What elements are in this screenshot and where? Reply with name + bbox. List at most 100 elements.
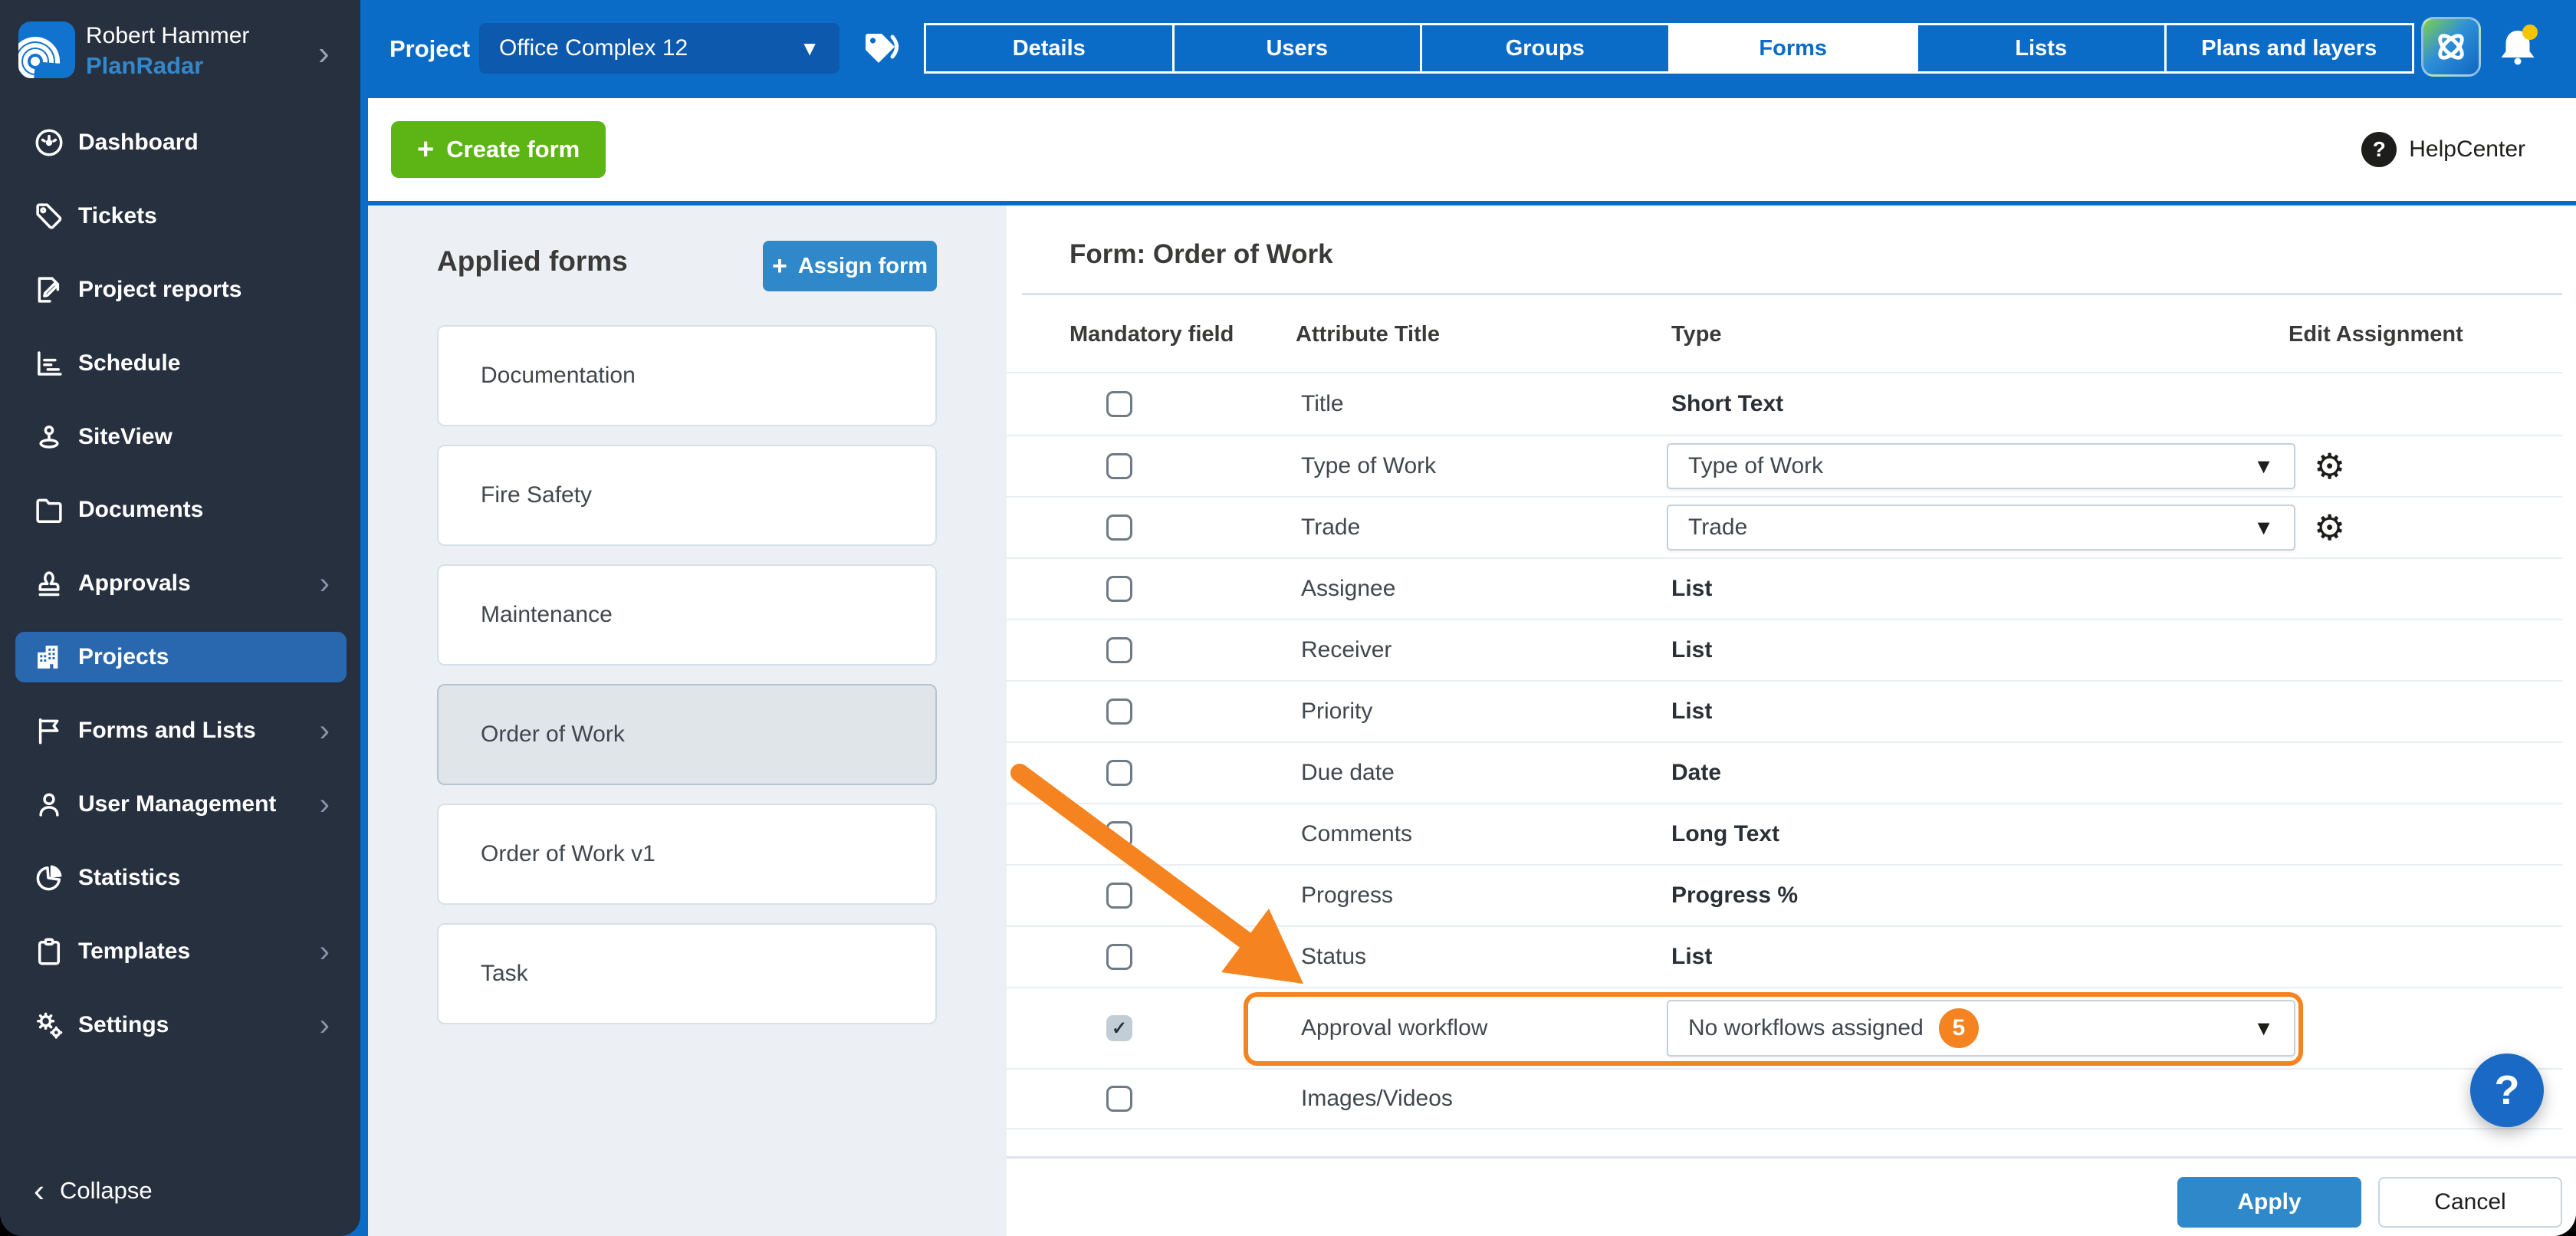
dropdown-value: Type of Work (1688, 453, 1823, 479)
type-dropdown[interactable]: Trade▼ (1667, 505, 2295, 551)
sidebar-item-label: Dashboard (78, 130, 199, 156)
tag-icon[interactable] (862, 29, 902, 69)
statistics-icon (32, 861, 66, 895)
sidebar-item-forms-and-lists[interactable]: Forms and Lists› (0, 694, 360, 768)
table-row-progress: ProgressProgress % (1007, 864, 2562, 925)
attribute-title: Priority (1301, 699, 1372, 725)
siteview-icon (32, 420, 66, 454)
sidebar-item-approvals[interactable]: Approvals› (0, 547, 360, 620)
sidebar-item-label: Statistics (78, 865, 180, 891)
form-card-order-of-work-v1[interactable]: Order of Work v1 (437, 804, 937, 905)
sidebar-header[interactable]: Robert Hammer PlanRadar › (0, 0, 360, 106)
mandatory-checkbox[interactable] (1106, 576, 1132, 602)
chevron-right-icon: › (320, 789, 330, 820)
form-card-label: Fire Safety (481, 482, 592, 508)
attribute-type: List (1671, 576, 1712, 602)
project-label: Project (389, 0, 470, 98)
tab-details[interactable]: Details (926, 25, 1172, 71)
floating-help-button[interactable]: ? (2470, 1054, 2544, 1127)
attribute-title: Images/Videos (1301, 1086, 1453, 1112)
chevron-left-icon: ‹ (34, 1175, 44, 1207)
sidebar-item-projects[interactable]: Projects (0, 620, 360, 694)
app-switcher-icon[interactable] (2421, 17, 2481, 77)
attribute-type: Short Text (1671, 391, 1783, 417)
dashboard-icon (32, 126, 66, 159)
col-type: Type (1671, 319, 1722, 350)
tab-plans-and-layers[interactable]: Plans and layers (2164, 25, 2413, 71)
mandatory-checkbox[interactable] (1106, 514, 1132, 541)
attribute-title: Type of Work (1301, 453, 1436, 479)
form-card-label: Order of Work (481, 722, 625, 748)
project-select[interactable]: Office Complex 12 ▼ (479, 23, 840, 74)
table-row-approval-workflow: ✓Approval workflowNo workflows assigned5… (1007, 987, 2562, 1068)
collapse-button[interactable]: ‹ Collapse (34, 1175, 153, 1207)
notifications-bell-icon[interactable] (2490, 21, 2545, 77)
help-center-link[interactable]: ? HelpCenter (2361, 132, 2525, 167)
sidebar-item-schedule[interactable]: Schedule (0, 327, 360, 400)
mandatory-checkbox[interactable] (1106, 1086, 1132, 1112)
sidebar-item-user-management[interactable]: User Management› (0, 768, 360, 841)
form-title: Form: Order of Work (1070, 239, 1333, 270)
mandatory-checkbox[interactable] (1106, 637, 1132, 663)
project-reports-icon (32, 273, 66, 307)
mandatory-checkbox[interactable]: ✓ (1106, 1015, 1132, 1041)
mandatory-checkbox[interactable] (1106, 821, 1132, 847)
tab-lists[interactable]: Lists (1916, 25, 2164, 71)
attribute-title: Title (1301, 391, 1344, 417)
attribute-title: Receiver (1301, 637, 1392, 663)
col-edit-assignment: Edit Assignment (2288, 319, 2463, 350)
form-card-order-of-work[interactable]: Order of Work (437, 684, 937, 785)
mandatory-checkbox[interactable] (1106, 699, 1132, 725)
tab-groups[interactable]: Groups (1420, 25, 1668, 71)
table-row-status: StatusList (1007, 925, 2562, 987)
table-header: Mandatory field Attribute Title Type Edi… (1007, 319, 2576, 350)
table-row-trade: TradeTrade▼⚙ (1007, 496, 2562, 557)
mandatory-checkbox[interactable] (1106, 453, 1132, 479)
sidebar-item-label: Project reports (78, 277, 242, 303)
sidebar: Robert Hammer PlanRadar › Dashboard Ticke… (0, 0, 360, 1236)
apply-button[interactable]: Apply (2177, 1177, 2361, 1228)
sidebar-item-statistics[interactable]: Statistics (0, 841, 360, 915)
sidebar-item-tickets[interactable]: Tickets (0, 179, 360, 253)
chevron-right-icon: › (320, 568, 330, 599)
create-form-label: Create form (446, 136, 580, 163)
gear-icon[interactable]: ⚙ (2314, 510, 2345, 545)
mandatory-checkbox[interactable] (1106, 760, 1132, 786)
tab-forms[interactable]: Forms (1668, 25, 1917, 71)
table-row-assignee: AssigneeList (1007, 557, 2562, 619)
gear-icon[interactable]: ⚙ (2314, 449, 2345, 484)
cancel-button[interactable]: Cancel (2378, 1177, 2562, 1228)
attribute-title: Progress (1301, 883, 1393, 909)
mandatory-checkbox[interactable] (1106, 883, 1132, 909)
chevron-right-icon: › (318, 37, 330, 71)
form-card-fire-safety[interactable]: Fire Safety (437, 445, 937, 546)
collapse-label: Collapse (60, 1177, 153, 1205)
project-select-value: Office Complex 12 (499, 35, 688, 61)
sidebar-item-project-reports[interactable]: Project reports (0, 253, 360, 327)
table-row-priority: PriorityList (1007, 680, 2562, 741)
table-row-images-videos: Images/Videos (1007, 1068, 2562, 1129)
form-card-documentation[interactable]: Documentation (437, 325, 937, 426)
form-card-maintenance[interactable]: Maintenance (437, 564, 937, 666)
toolbar: + Create form ? HelpCenter (368, 98, 2576, 201)
projects-icon (32, 640, 66, 674)
sidebar-item-templates[interactable]: Templates› (0, 915, 360, 988)
form-card-task[interactable]: Task (437, 923, 937, 1024)
project-tabs: DetailsUsersGroupsFormsListsPlans and la… (924, 23, 2414, 74)
sidebar-item-dashboard[interactable]: Dashboard (0, 106, 360, 179)
assign-form-button[interactable]: + Assign form (763, 241, 937, 291)
sidebar-item-siteview[interactable]: SiteView (0, 400, 360, 474)
sidebar-item-documents[interactable]: Documents (0, 473, 360, 547)
chevron-right-icon: › (320, 1010, 330, 1040)
count-badge: 5 (1939, 1008, 1979, 1048)
mandatory-checkbox[interactable] (1106, 944, 1132, 970)
tab-users[interactable]: Users (1172, 25, 1421, 71)
sidebar-item-label: Documents (78, 497, 203, 523)
mandatory-checkbox[interactable] (1106, 391, 1132, 417)
create-form-button[interactable]: + Create form (391, 121, 606, 178)
type-dropdown[interactable]: No workflows assigned5▼ (1667, 1000, 2295, 1057)
sidebar-item-settings[interactable]: Settings› (0, 988, 360, 1062)
attribute-title: Status (1301, 944, 1366, 970)
type-dropdown[interactable]: Type of Work▼ (1667, 443, 2295, 489)
attribute-type: Long Text (1671, 821, 1779, 847)
